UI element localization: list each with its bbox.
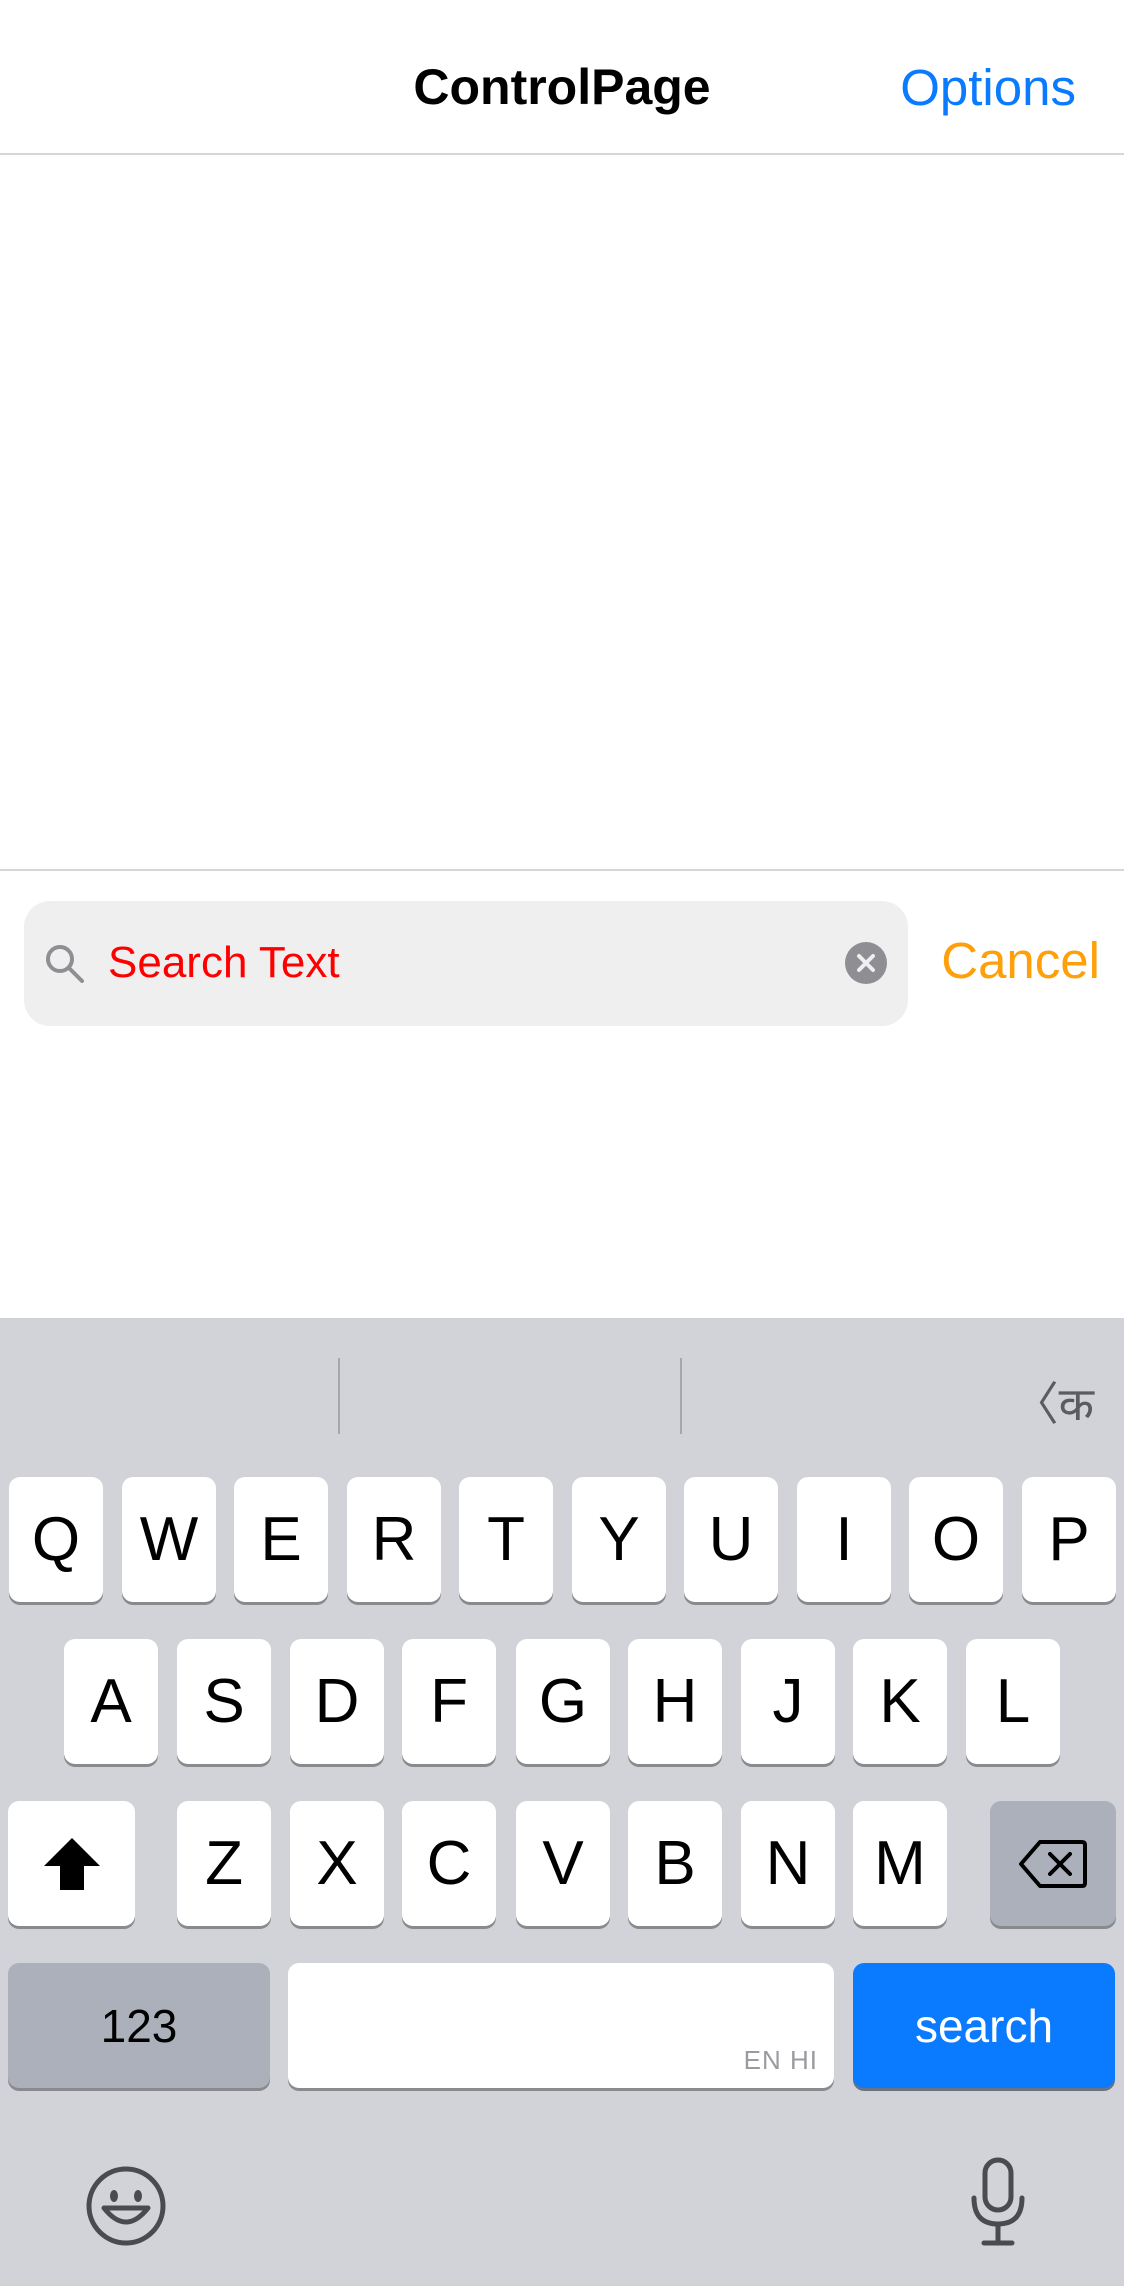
key-e[interactable]: E: [234, 1477, 328, 1602]
key-m[interactable]: M: [853, 1801, 947, 1926]
navigation-bar: ControlPage Options: [0, 0, 1124, 155]
key-v[interactable]: V: [516, 1801, 610, 1926]
language-toggle[interactable]: 〈क: [1013, 1368, 1094, 1434]
key-b[interactable]: B: [628, 1801, 722, 1926]
shift-key[interactable]: [8, 1801, 135, 1926]
results-area: [0, 1056, 1124, 1318]
key-j[interactable]: J: [741, 1639, 835, 1764]
key-o[interactable]: O: [909, 1477, 1003, 1602]
key-a[interactable]: A: [64, 1639, 158, 1764]
key-g[interactable]: G: [516, 1639, 610, 1764]
key-c[interactable]: C: [402, 1801, 496, 1926]
search-bar: Search Text Cancel: [0, 869, 1124, 1058]
key-s[interactable]: S: [177, 1639, 271, 1764]
key-l[interactable]: L: [966, 1639, 1060, 1764]
key-p[interactable]: P: [1022, 1477, 1116, 1602]
clear-icon[interactable]: [844, 941, 888, 985]
key-y[interactable]: Y: [572, 1477, 666, 1602]
space-language-label: EN HI: [743, 2045, 818, 2075]
key-i[interactable]: I: [797, 1477, 891, 1602]
key-w[interactable]: W: [122, 1477, 216, 1602]
key-u[interactable]: U: [684, 1477, 778, 1602]
key-q[interactable]: Q: [9, 1477, 103, 1602]
key-h[interactable]: H: [628, 1639, 722, 1764]
key-z[interactable]: Z: [177, 1801, 271, 1926]
key-d[interactable]: D: [290, 1639, 384, 1764]
backspace-key[interactable]: [990, 1801, 1116, 1926]
key-x[interactable]: X: [290, 1801, 384, 1926]
space-key[interactable]: EN HI: [288, 1963, 834, 2088]
suggestion-divider: [338, 1358, 340, 1434]
shift-icon: [43, 1837, 100, 1890]
options-button[interactable]: Options: [900, 58, 1076, 117]
key-k[interactable]: K: [853, 1639, 947, 1764]
suggestion-divider: [680, 1358, 682, 1434]
keyboard: 〈क Q W E R T Y U I O P A S D F G H J K L…: [0, 1318, 1124, 2286]
key-r[interactable]: R: [347, 1477, 441, 1602]
key-t[interactable]: T: [459, 1477, 553, 1602]
cancel-button[interactable]: Cancel: [941, 931, 1100, 990]
search-key[interactable]: search: [853, 1963, 1115, 2088]
content-area: [0, 155, 1124, 869]
key-f[interactable]: F: [402, 1639, 496, 1764]
emoji-icon[interactable]: [84, 2164, 168, 2248]
key-n[interactable]: N: [741, 1801, 835, 1926]
backspace-icon: [1019, 1839, 1087, 1888]
numbers-key[interactable]: 123: [8, 1963, 270, 2088]
microphone-icon[interactable]: [966, 2156, 1030, 2248]
search-icon: [46, 945, 84, 983]
search-input[interactable]: Search Text: [24, 901, 908, 1026]
search-text: Search Text: [108, 938, 340, 987]
